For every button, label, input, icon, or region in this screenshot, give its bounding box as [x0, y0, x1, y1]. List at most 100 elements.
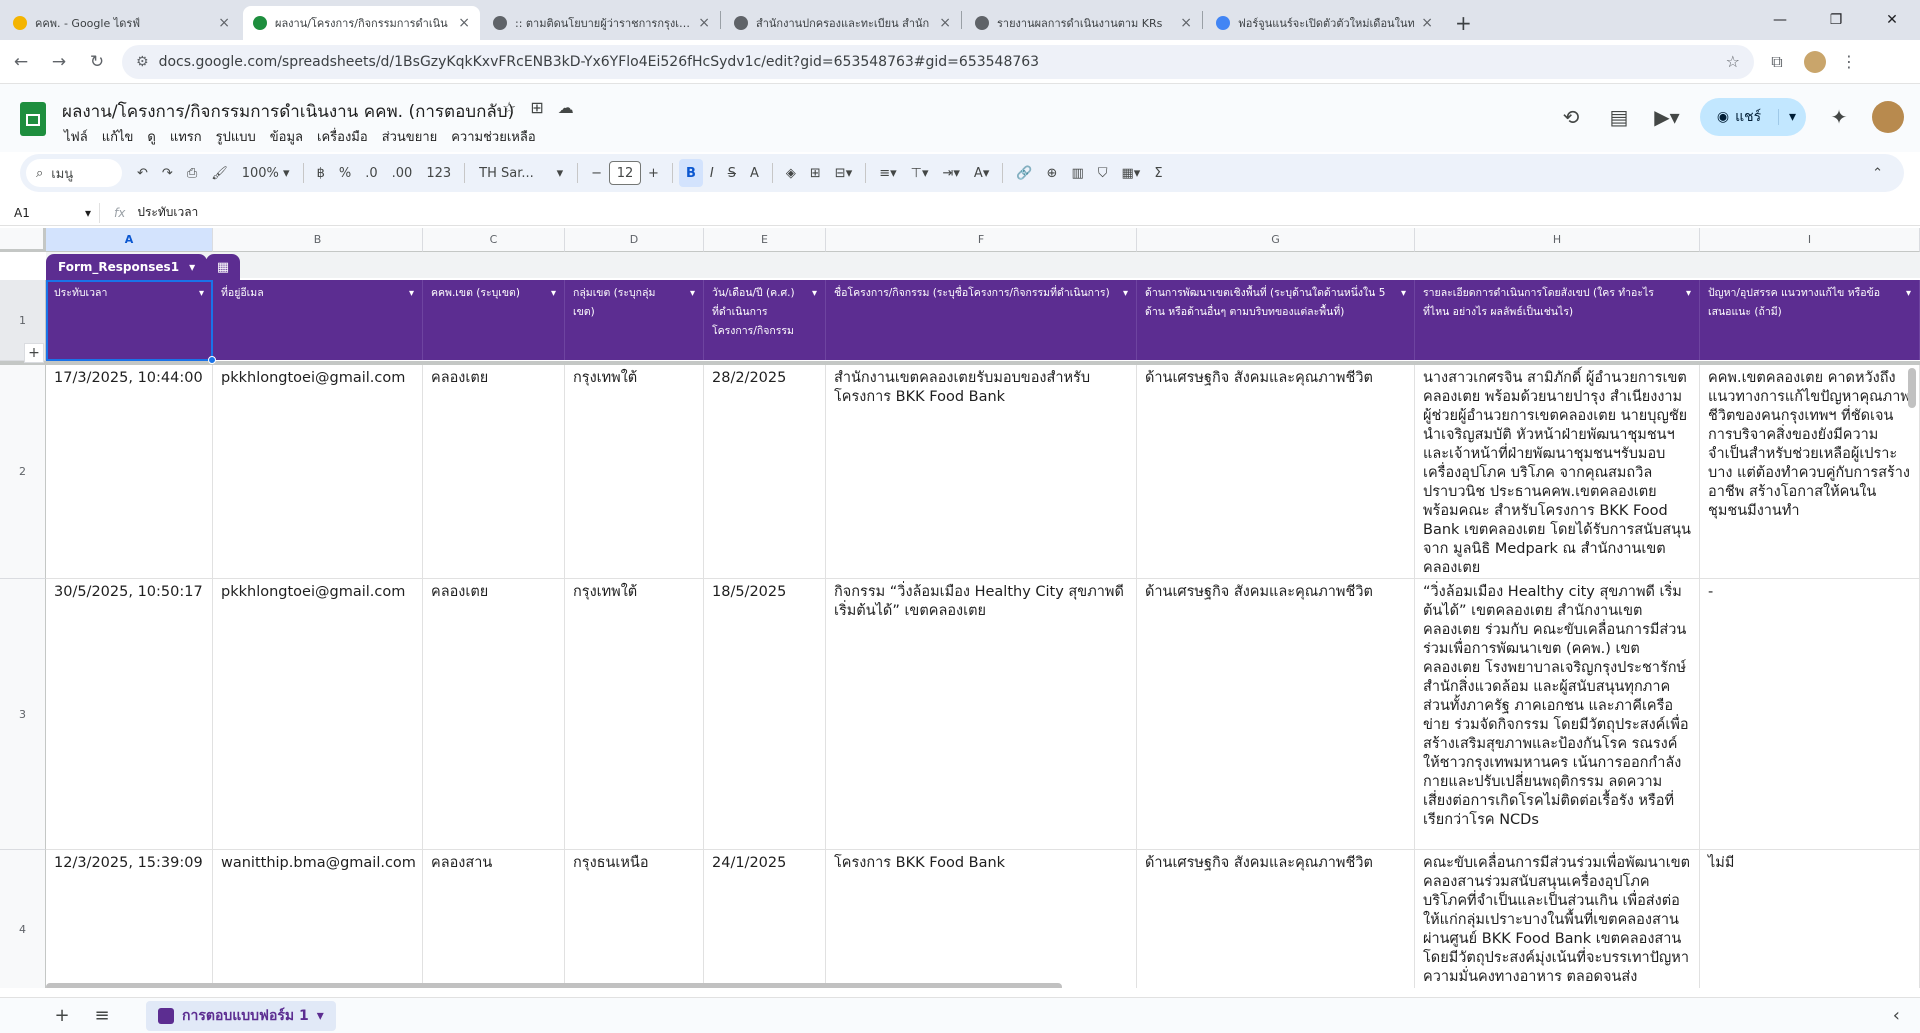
- data-cell[interactable]: กรุงเทพใต้: [565, 579, 704, 850]
- column-header-f[interactable]: F: [826, 228, 1137, 252]
- decrease-decimal-button[interactable]: .0: [358, 159, 384, 187]
- menu-item[interactable]: ส่วนขยาย: [376, 124, 444, 149]
- data-cell[interactable]: นางสาวเกศรจิน สามิภักดิ์ ผู้อำนวยการเขตค…: [1415, 365, 1700, 579]
- data-cell[interactable]: 30/5/2025, 10:50:17: [46, 579, 213, 850]
- font-select[interactable]: TH Sar... ▾: [471, 159, 571, 187]
- column-header-h[interactable]: H: [1415, 228, 1700, 252]
- name-box[interactable]: A1 ▾: [0, 202, 100, 223]
- data-cell[interactable]: คลองเตย: [423, 579, 565, 850]
- cloud-status-icon[interactable]: ☁: [558, 98, 574, 117]
- browser-tab[interactable]: ผลงาน/โครงการ/กิจกรรมการดำเนิน ×: [243, 6, 480, 40]
- zoom-select[interactable]: 100% ▾: [235, 159, 297, 187]
- account-avatar[interactable]: [1872, 101, 1904, 133]
- table-header-cell[interactable]: กลุ่มเขต (ระบุกลุ่มเขต) ▾: [565, 280, 704, 360]
- menu-item[interactable]: ข้อมูล: [264, 124, 309, 149]
- data-cell[interactable]: คลองเตย: [423, 365, 565, 579]
- percent-button[interactable]: %: [332, 159, 358, 187]
- menu-item[interactable]: ดู: [141, 124, 161, 149]
- data-cell[interactable]: คณะขับเคลื่อนการมีส่วนร่วมเพื่อพัฒนาเขตค…: [1415, 850, 1700, 988]
- column-header-e[interactable]: E: [704, 228, 826, 252]
- collapse-toolbar-icon[interactable]: ⌃: [1865, 159, 1890, 187]
- new-tab-button[interactable]: +: [1443, 6, 1484, 40]
- data-cell[interactable]: กิจกรรม “วิ่งล้อมเมือง Healthy City สุขภ…: [826, 579, 1137, 850]
- number-format-button[interactable]: 123: [419, 159, 458, 187]
- insert-chart-icon[interactable]: ▥: [1064, 159, 1090, 187]
- data-cell[interactable]: pkkhlongtoei@gmail.com: [213, 579, 423, 850]
- text-color-icon[interactable]: A: [743, 159, 766, 187]
- column-header-b[interactable]: B: [213, 228, 423, 252]
- add-row-icon[interactable]: +: [24, 343, 44, 363]
- data-cell[interactable]: ด้านเศรษฐกิจ สังคมและคุณภาพชีวิต: [1137, 850, 1415, 988]
- data-cell[interactable]: คคพ.เขตคลองเตย คาดหวังถึงแนวทางการแก้ไขป…: [1700, 365, 1920, 579]
- data-cell[interactable]: 24/1/2025: [704, 850, 826, 988]
- data-cell[interactable]: คลองสาน: [423, 850, 565, 988]
- comments-icon[interactable]: ▤: [1604, 105, 1634, 129]
- insert-link-icon[interactable]: 🔗: [1009, 159, 1039, 187]
- menu-search[interactable]: ⌕ เมนู: [26, 159, 122, 187]
- column-menu-icon[interactable]: ▾: [1401, 284, 1406, 303]
- browser-menu-icon[interactable]: ⋮: [1832, 45, 1866, 79]
- table-header-cell[interactable]: ด้านการพัฒนาเขตเชิงพื้นที่ (ระบุด้านใดด้…: [1137, 280, 1415, 360]
- print-icon[interactable]: ⎙: [180, 159, 204, 187]
- tab-close-icon[interactable]: ×: [458, 15, 470, 31]
- table-header-cell[interactable]: วัน/เดือน/ปี (ค.ศ.) ที่ดำเนินการโครงการ/…: [704, 280, 826, 360]
- horizontal-align-icon[interactable]: ≡▾: [872, 159, 903, 187]
- column-header-d[interactable]: D: [565, 228, 704, 252]
- spreadsheet-grid[interactable]: Form_Responses1 ▾ ▦ A B C D E F G H I 1 2 3 4 ประทับเ…: [0, 228, 1920, 988]
- site-info-icon[interactable]: ⚙: [136, 54, 149, 70]
- borders-icon[interactable]: ⊞: [803, 159, 828, 187]
- increase-decimal-button[interactable]: .00: [385, 159, 420, 187]
- sheets-logo-icon[interactable]: [20, 102, 46, 136]
- data-cell[interactable]: 18/5/2025: [704, 579, 826, 850]
- data-cell[interactable]: 12/3/2025, 15:39:09: [46, 850, 213, 988]
- column-menu-icon[interactable]: ▾: [690, 284, 695, 303]
- fill-handle[interactable]: [208, 356, 216, 364]
- data-cell[interactable]: “วิ่งล้อมเมือง Healthy city สุขภาพดี เริ…: [1415, 579, 1700, 850]
- data-cell[interactable]: ด้านเศรษฐกิจ สังคมและคุณภาพชีวิต: [1137, 365, 1415, 579]
- data-cell[interactable]: โครงการ BKK Food Bank: [826, 850, 1137, 988]
- column-header-c[interactable]: C: [423, 228, 565, 252]
- browser-tab[interactable]: ฟอร์จูนแนร์จะเปิดตัวตัวใหม่เดือนในท ×: [1206, 6, 1443, 40]
- vertical-scrollbar[interactable]: [1908, 368, 1916, 408]
- redo-icon[interactable]: ↷: [155, 159, 180, 187]
- table-header-cell[interactable]: ชื่อโครงการ/กิจกรรม (ระบุชื่อโครงการ/กิจ…: [826, 280, 1137, 360]
- menu-item[interactable]: ความช่วยเหลือ: [445, 124, 541, 149]
- row-header[interactable]: 3: [0, 579, 46, 850]
- data-cell[interactable]: กรุงธนเหนือ: [565, 850, 704, 988]
- column-menu-icon[interactable]: ▾: [1123, 284, 1128, 303]
- all-sheets-icon[interactable]: ≡: [82, 1005, 122, 1026]
- paint-format-icon[interactable]: 🖌: [204, 159, 235, 187]
- gemini-icon[interactable]: ✦: [1824, 105, 1854, 129]
- tab-close-icon[interactable]: ×: [698, 15, 710, 31]
- share-dropdown-icon[interactable]: ▾: [1778, 109, 1806, 125]
- tab-close-icon[interactable]: ×: [1421, 15, 1433, 31]
- decrease-font-size-icon[interactable]: −: [584, 159, 609, 187]
- browser-tab[interactable]: :: ตามติดนโยบายผู้ว่าราชการกรุงเทพ ×: [483, 6, 720, 40]
- tab-close-icon[interactable]: ×: [218, 15, 230, 31]
- data-cell[interactable]: สำนักงานเขตคลองเตยรับมอบของสำหรับโครงการ…: [826, 365, 1137, 579]
- filter-icon[interactable]: ⛉: [1091, 159, 1115, 187]
- column-header-g[interactable]: G: [1137, 228, 1415, 252]
- data-cell[interactable]: pkkhlongtoei@gmail.com: [213, 365, 423, 579]
- data-cell[interactable]: 17/3/2025, 10:44:00: [46, 365, 213, 579]
- column-menu-icon[interactable]: ▾: [551, 284, 556, 303]
- filter-views-icon[interactable]: ▦▾: [1115, 159, 1148, 187]
- italic-icon[interactable]: I: [703, 159, 721, 187]
- menu-item[interactable]: ไฟล์: [58, 124, 94, 149]
- merge-cells-icon[interactable]: ⊟▾: [828, 159, 859, 187]
- table-view-icon[interactable]: ▦: [206, 254, 240, 280]
- browser-profile-avatar[interactable]: [1804, 50, 1826, 73]
- star-icon[interactable]: ☆: [502, 98, 516, 117]
- bold-icon[interactable]: B: [678, 159, 703, 187]
- browser-tab[interactable]: สำนักงานปกครองและทะเบียน สำนัก ×: [724, 6, 961, 40]
- address-bar[interactable]: ⚙ docs.google.com/spreadsheets/d/1BsGzyK…: [122, 44, 1754, 79]
- column-header-i[interactable]: I: [1700, 228, 1920, 252]
- currency-icon[interactable]: ฿: [310, 159, 332, 187]
- strikethrough-icon[interactable]: S: [721, 159, 743, 187]
- table-header-cell[interactable]: รายละเอียดการดำเนินการโดยสังเขป (ใคร ทำอ…: [1415, 280, 1700, 360]
- column-menu-icon[interactable]: ▾: [409, 284, 414, 303]
- data-cell[interactable]: wanitthip.bma@gmail.com: [213, 850, 423, 988]
- minimize-icon[interactable]: —: [1752, 0, 1808, 40]
- restore-icon[interactable]: ❐: [1808, 0, 1864, 40]
- menu-item[interactable]: รูปแบบ: [210, 124, 262, 149]
